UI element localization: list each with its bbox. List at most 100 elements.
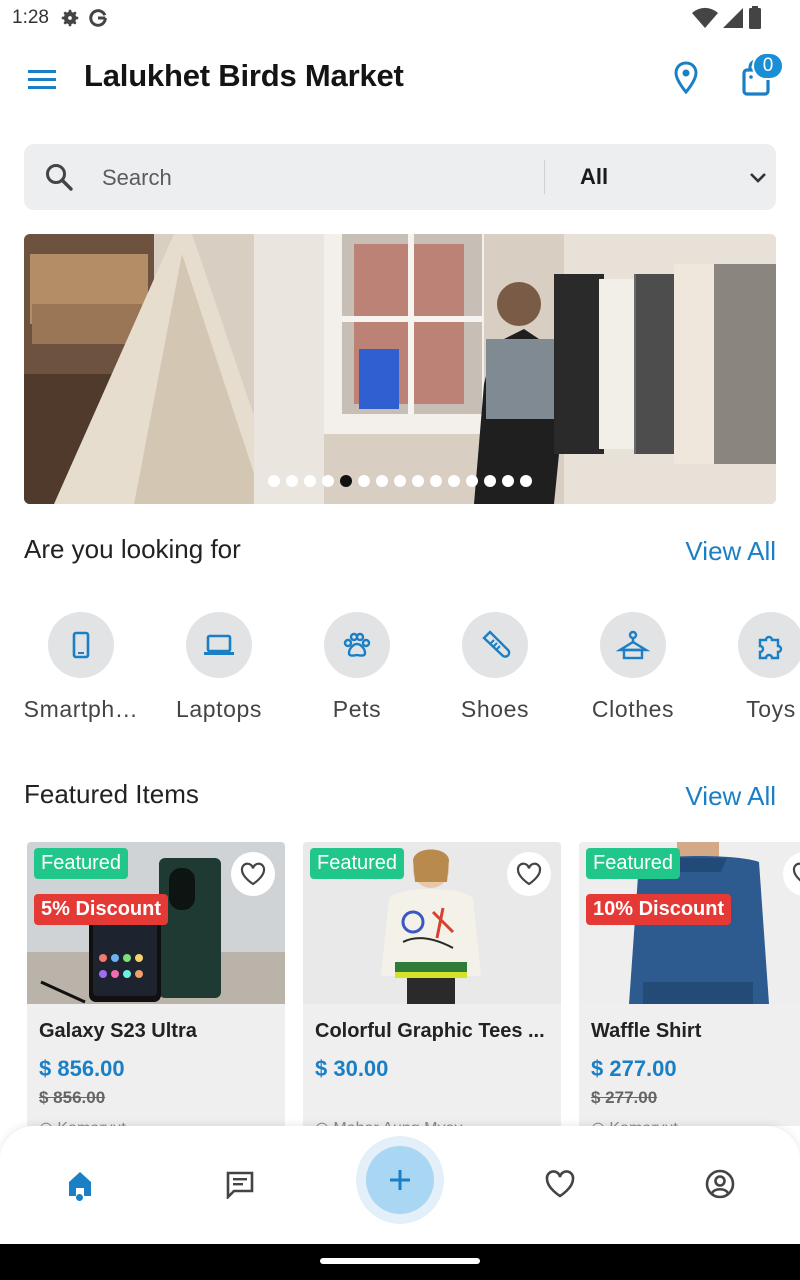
carousel-dot[interactable]: [430, 475, 442, 487]
category-selected-value: All: [580, 164, 609, 189]
category-circle: [324, 612, 390, 678]
status-bar: 1:28: [0, 0, 800, 36]
laptop-icon: [204, 634, 234, 655]
category-label: Pets: [332, 696, 382, 722]
bottom-navigation: [0, 1126, 800, 1244]
menu-icon[interactable]: [22, 62, 62, 96]
favorite-button[interactable]: [507, 852, 551, 896]
carousel-dot[interactable]: [358, 475, 370, 487]
featured-view-all-link[interactable]: View All: [685, 781, 776, 812]
search-input[interactable]: [102, 158, 532, 198]
product-name: Colorful Graphic Tees ...: [315, 1020, 545, 1042]
puzzle-icon: [758, 635, 783, 660]
carousel-dot[interactable]: [448, 475, 460, 487]
cart-count-badge: 0: [752, 52, 784, 80]
status-indicators: [692, 6, 762, 30]
featured-badge: Featured: [34, 848, 129, 879]
product-price: $ 30.00: [315, 1056, 389, 1081]
product-card[interactable]: Featured 5% Discount Galaxy S23 Ultra $ …: [27, 842, 285, 1126]
category-label: Laptops: [175, 696, 263, 722]
carousel-dot[interactable]: [376, 475, 388, 487]
location-pin-icon[interactable]: [666, 58, 706, 98]
category-laptops[interactable]: Laptops: [154, 612, 284, 723]
product-original-price: $ 856.00: [39, 1088, 106, 1107]
product-card[interactable]: Featured 10% Discount Waffle Shirt $ 277…: [579, 842, 800, 1126]
system-navigation-bar: [0, 1244, 800, 1280]
discount-badge: 5% Discount: [34, 894, 169, 925]
product-original-price: $ 277.00: [591, 1088, 658, 1107]
shoe-icon: [482, 630, 511, 658]
product-location: ◎ Kamaryut: [39, 1118, 126, 1126]
app-title: Lalukhet Birds Market: [84, 58, 404, 93]
carousel-dot[interactable]: [304, 475, 316, 487]
add-listing-button[interactable]: [366, 1146, 434, 1214]
app-bar: Lalukhet Birds Market: [0, 44, 800, 112]
nav-chat[interactable]: [218, 1162, 262, 1206]
search-divider: [544, 160, 545, 194]
nav-favorites[interactable]: [538, 1162, 582, 1206]
looking-for-view-all-link[interactable]: View All: [685, 536, 776, 567]
featured-items-list: Featured 5% Discount Galaxy S23 Ultra $ …: [0, 842, 800, 1126]
carousel-dot[interactable]: [502, 475, 514, 487]
category-smartphones[interactable]: Smartph…: [16, 612, 146, 723]
search-bar: All: [24, 144, 776, 210]
chevron-down-icon: [750, 173, 766, 183]
product-location: ◎ Kamaryut: [591, 1118, 678, 1126]
carousel-dot[interactable]: [340, 475, 352, 487]
heart-icon: [545, 1170, 575, 1198]
looking-for-title: Are you looking for: [24, 534, 241, 564]
carousel-dot[interactable]: [484, 475, 496, 487]
smartphone-icon: [72, 631, 90, 659]
category-clothes[interactable]: Clothes: [568, 612, 698, 723]
category-list: Smartph… Laptops Pets Shoes Clothes Toys: [0, 612, 800, 732]
category-circle: [738, 612, 800, 678]
carousel-dot[interactable]: [466, 475, 478, 487]
category-pets[interactable]: Pets: [292, 612, 422, 723]
carousel-dot[interactable]: [520, 475, 532, 487]
category-label: Clothes: [591, 696, 675, 722]
carousel-dot[interactable]: [412, 475, 424, 487]
category-circle: [48, 612, 114, 678]
category-toys[interactable]: Toys: [706, 612, 800, 723]
chat-icon: [226, 1171, 254, 1199]
carousel-dot[interactable]: [394, 475, 406, 487]
promo-banner[interactable]: [24, 234, 776, 504]
carousel-dot[interactable]: [286, 475, 298, 487]
featured-badge: Featured: [310, 848, 405, 879]
signal-icon: [723, 8, 743, 28]
product-name: Galaxy S23 Ultra: [39, 1020, 197, 1042]
featured-badge: Featured: [586, 848, 681, 879]
wifi-icon: [692, 7, 718, 28]
heart-outline-icon: [516, 862, 542, 886]
discount-badge: 10% Discount: [586, 894, 732, 925]
nav-active-indicator: [76, 1194, 83, 1201]
favorite-button[interactable]: [231, 852, 275, 896]
product-price: $ 856.00: [39, 1056, 125, 1081]
paw-icon: [343, 632, 371, 657]
category-dropdown[interactable]: All: [564, 144, 776, 210]
heart-outline-icon: [792, 862, 800, 882]
category-label: Shoes: [460, 696, 530, 722]
add-icon: [390, 1170, 410, 1190]
carousel-dot[interactable]: [322, 475, 334, 487]
search-icon: [46, 164, 73, 191]
product-card[interactable]: Featured Colorful Graphic Tees ... $ 30.…: [303, 842, 561, 1126]
category-circle: [186, 612, 252, 678]
category-circle: [600, 612, 666, 678]
google-icon: [89, 9, 107, 27]
status-time: 1:28: [12, 7, 49, 28]
nav-account[interactable]: [698, 1162, 742, 1206]
product-location: ◎ Mahar Aung Myay: [315, 1118, 462, 1126]
hanger-icon: [616, 630, 650, 660]
product-price: $ 277.00: [591, 1056, 677, 1081]
carousel-dot[interactable]: [268, 475, 280, 487]
featured-title: Featured Items: [24, 779, 199, 809]
category-shoes[interactable]: Shoes: [430, 612, 560, 723]
battery-icon: [749, 6, 761, 29]
gesture-handle[interactable]: [320, 1258, 480, 1264]
account-icon: [705, 1169, 735, 1199]
carousel-indicator[interactable]: [24, 475, 776, 487]
settings-icon: [61, 9, 79, 27]
banner-image: [24, 234, 776, 504]
category-label: Smartph…: [23, 696, 139, 722]
